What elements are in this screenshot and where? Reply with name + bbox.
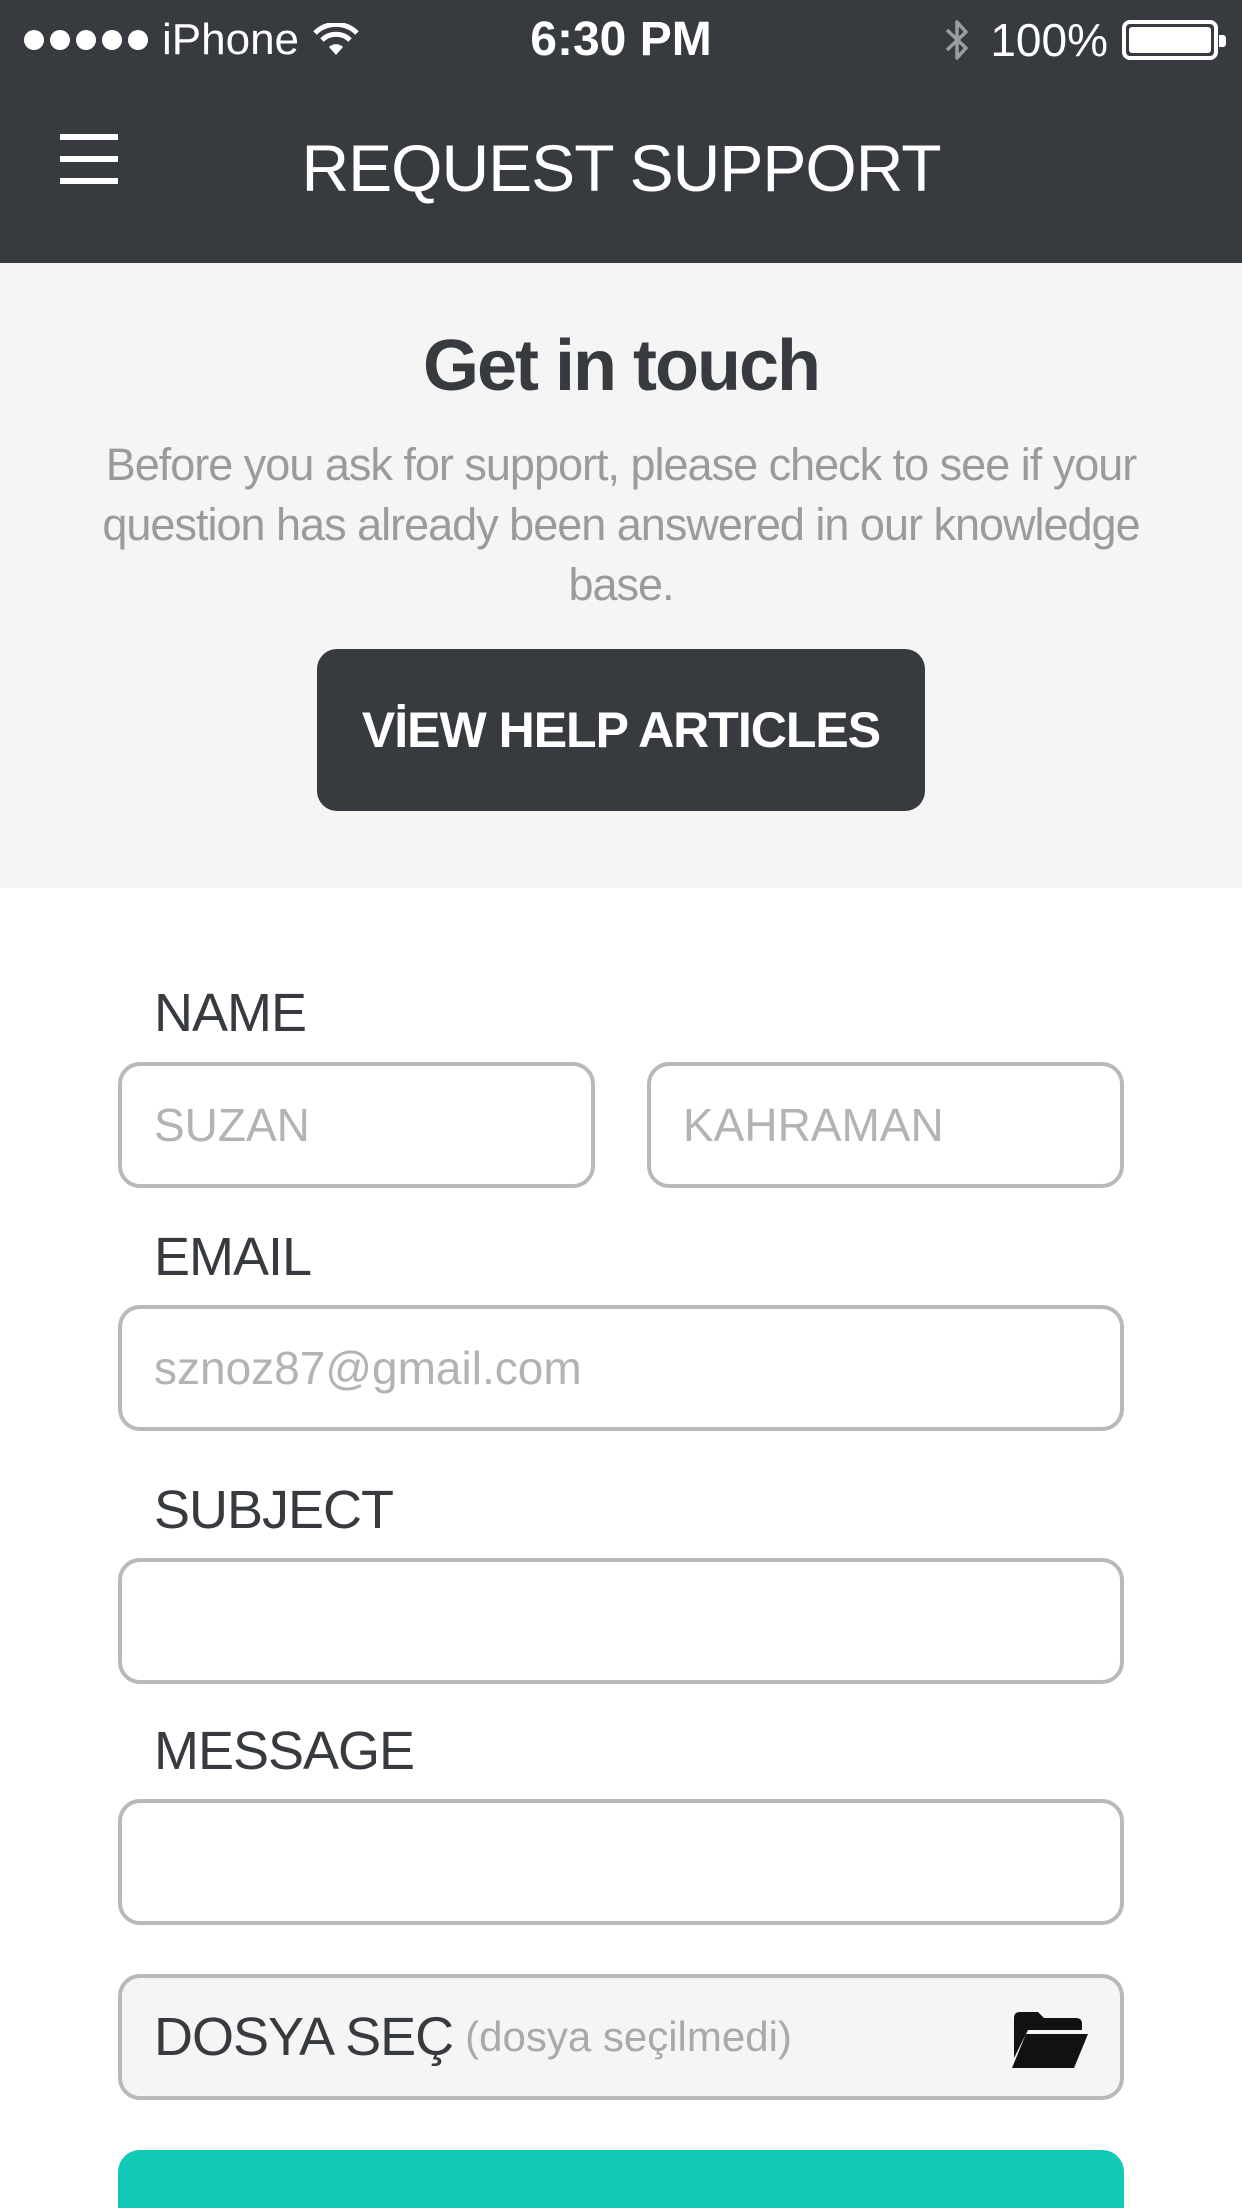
- folder-icon: [1012, 2012, 1088, 2068]
- subject-label: SUBJECT: [154, 1480, 394, 1540]
- page-title: REQUEST SUPPORT: [301, 131, 941, 205]
- message-label: MESSAGE: [154, 1721, 415, 1781]
- name-label: NAME: [154, 983, 307, 1043]
- battery-icon: [1122, 20, 1226, 60]
- subject-field[interactable]: [118, 1558, 1124, 1684]
- file-chooser-status: (dosya seçilmedi): [465, 2013, 792, 2060]
- file-chooser-button[interactable]: DOSYA SEÇ (dosya seçilmedi): [118, 1974, 1124, 2100]
- message-field[interactable]: [118, 1799, 1124, 1925]
- status-bar: iPhone 6:30 PM 100%: [0, 0, 1242, 80]
- battery-percent: 100%: [990, 14, 1108, 66]
- first-name-field[interactable]: SUZAN: [118, 1062, 595, 1188]
- submit-button[interactable]: [118, 2150, 1124, 2208]
- view-help-articles-button[interactable]: VİEW HELP ARTICLES: [317, 649, 925, 811]
- app-header: iPhone 6:30 PM 100% REQUEST SUPPORT: [0, 0, 1242, 263]
- email-label: EMAIL: [154, 1227, 312, 1287]
- intro-section: Get in touch Before you ask for support,…: [0, 263, 1242, 888]
- status-bar-right: 100%: [942, 12, 1226, 68]
- intro-description: Before you ask for support, please check…: [102, 439, 1140, 610]
- email-field[interactable]: sznoz87@gmail.com: [118, 1305, 1124, 1431]
- intro-heading: Get in touch: [423, 326, 821, 406]
- file-chooser-label: DOSYA SEÇ: [154, 2007, 454, 2067]
- bluetooth-icon: [946, 20, 969, 60]
- last-name-field[interactable]: KAHRAMAN: [647, 1062, 1124, 1188]
